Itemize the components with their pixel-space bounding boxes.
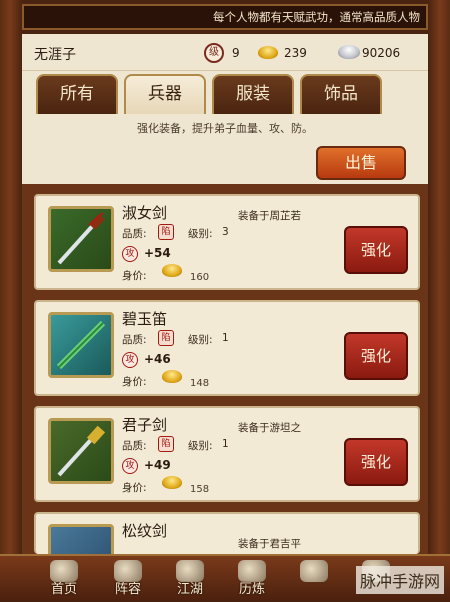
tab-all[interactable]: 所有 [36, 74, 118, 114]
weapon-card: 淑女剑 装备于周芷若 品质: 陷 级别: 3 攻 +54 身价: 160 强化 [34, 194, 420, 290]
hint-text: 强化装备，提升弟子血量、攻、防。 [137, 122, 313, 135]
nav-jianghu[interactable]: 江湖 [160, 560, 220, 598]
weapon-level: 1 [222, 332, 229, 344]
weapon-card: 碧玉笛 品质: 陷 级别: 1 攻 +46 身价: 148 强化 [34, 300, 420, 396]
price-label: 身价: [122, 270, 147, 282]
attack-icon: 攻 [122, 352, 138, 368]
announcement-marquee: 每个人物都有天赋武功，通常高品质人物 [22, 4, 428, 30]
sword-icon [48, 524, 114, 554]
quality-icon: 陷 [158, 224, 174, 240]
quality-label: 品质: [122, 334, 147, 346]
sword-icon [48, 418, 114, 484]
attack-value: +49 [144, 458, 171, 472]
weapon-level: 3 [222, 226, 229, 238]
attack-icon: 攻 [122, 246, 138, 262]
weapon-price: 160 [190, 272, 210, 283]
tab-clothing[interactable]: 服装 [212, 74, 294, 114]
weapon-name: 碧玉笛 [122, 310, 168, 328]
sword-icon [48, 206, 114, 272]
silver-amount: 90206 [362, 46, 401, 60]
nav-label: 首页 [50, 582, 77, 597]
quality-icon: 陷 [158, 330, 174, 346]
weapon-name: 淑女剑 [122, 204, 168, 222]
level-label: 级别: [188, 228, 213, 240]
level-icon: 级 [204, 43, 224, 63]
enhance-button[interactable]: 强化 [344, 332, 408, 380]
enhance-button[interactable]: 强化 [344, 438, 408, 486]
price-label: 身价: [122, 376, 147, 388]
player-name: 无涯子 [34, 47, 76, 63]
equipped-status: 装备于君吉平 [238, 538, 301, 550]
gold-ingot-icon [162, 370, 182, 383]
enhance-button[interactable]: 强化 [344, 226, 408, 274]
quality-label: 品质: [122, 440, 147, 452]
sell-button[interactable]: 出售 [316, 146, 406, 180]
weapon-price: 158 [190, 484, 210, 495]
nav-training[interactable]: 历炼 [222, 560, 282, 598]
weapon-price: 148 [190, 378, 210, 389]
attack-value: +46 [144, 352, 171, 366]
menu-icon [300, 560, 328, 582]
weapon-name: 松纹剑 [122, 522, 168, 540]
nav-home[interactable]: 首页 [34, 560, 94, 598]
attack-icon: 攻 [122, 458, 138, 474]
tab-weapons[interactable]: 兵器 [124, 74, 206, 116]
gold-ingot-icon [162, 264, 182, 277]
tab-accessories[interactable]: 饰品 [300, 74, 382, 114]
nav-label: 历炼 [238, 582, 265, 597]
attack-value: +54 [144, 246, 171, 260]
nav-label: 江湖 [176, 582, 203, 597]
quality-label: 品质: [122, 228, 147, 240]
nav-item-5[interactable] [284, 560, 344, 598]
equipped-status: 装备于游坦之 [238, 422, 301, 434]
gold-amount: 239 [284, 46, 307, 60]
price-label: 身价: [122, 482, 147, 494]
nav-label: 阵容 [114, 582, 141, 597]
weapon-card: 松纹剑 装备于君吉平 [34, 512, 420, 554]
gold-ingot-icon [162, 476, 182, 489]
quality-icon: 陷 [158, 436, 174, 452]
level-label: 级别: [188, 440, 213, 452]
level-label: 级别: [188, 334, 213, 346]
player-level: 9 [232, 46, 240, 60]
weapon-level: 1 [222, 438, 229, 450]
weapon-card: 君子剑 装备于游坦之 品质: 陷 级别: 1 攻 +49 身价: 158 强化 [34, 406, 420, 502]
flute-icon [48, 312, 114, 378]
gold-ingot-icon [258, 46, 278, 59]
watermark: 脉冲手游网 [355, 566, 444, 594]
nav-lineup[interactable]: 阵容 [98, 560, 158, 598]
silver-ingot-icon [338, 45, 360, 59]
equipped-status: 装备于周芷若 [238, 210, 301, 222]
weapon-name: 君子剑 [122, 416, 168, 434]
